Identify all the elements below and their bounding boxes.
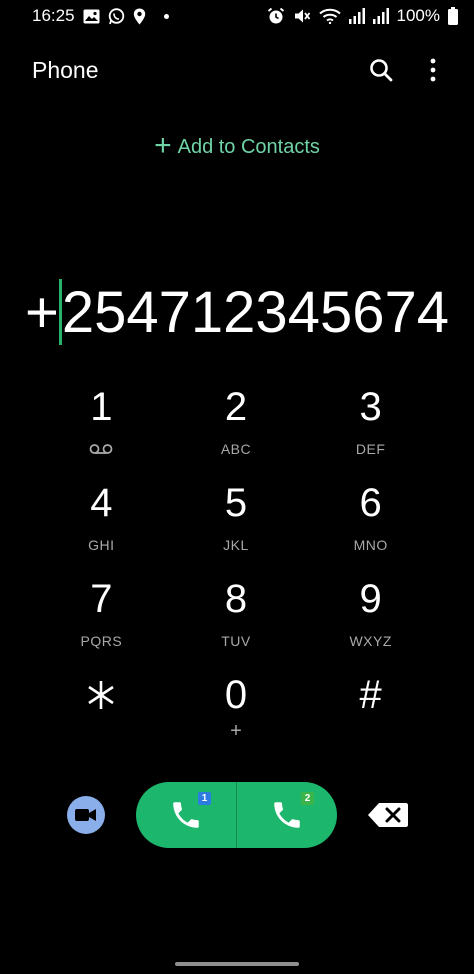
home-indicator[interactable] <box>175 962 299 966</box>
app-title: Phone <box>32 56 99 83</box>
key-hash[interactable]: # <box>303 672 438 768</box>
dot-icon <box>163 13 169 19</box>
video-call-icon <box>75 809 96 821</box>
dial-keypad: 1 2 ABC 3 DEF 4 GHI 5 JKL 6 MNO 7 PQRS 8… <box>34 384 438 768</box>
app-bar: Phone <box>32 48 448 92</box>
search-button[interactable] <box>366 55 396 85</box>
mute-icon <box>293 7 311 25</box>
battery-icon <box>448 7 458 25</box>
key-letters: WXYZ <box>349 633 392 649</box>
sim1-badge: 1 <box>198 792 211 805</box>
key-digit: 5 <box>224 481 248 525</box>
key-letters: TUV <box>221 633 251 649</box>
sim2-badge: 2 <box>301 792 314 805</box>
key-digit: 9 <box>359 577 382 621</box>
key-letters: PQRS <box>80 633 123 649</box>
key-digit: 7 <box>90 577 113 621</box>
wifi-icon <box>318 8 341 24</box>
more-options-button[interactable] <box>418 55 448 85</box>
key-letters: GHI <box>88 537 115 553</box>
key-digit: 6 <box>359 481 382 525</box>
key-letters: ABC <box>220 441 252 457</box>
number-digits: 254712345674 <box>61 279 449 345</box>
more-vert-icon <box>430 58 436 82</box>
key-5[interactable]: 5 JKL <box>169 480 304 576</box>
plus-icon: + <box>154 129 172 162</box>
key-digit: # <box>359 673 382 717</box>
gallery-icon <box>83 9 100 24</box>
key-star[interactable] <box>34 672 169 768</box>
status-left: 16:25 <box>32 6 169 26</box>
key-digit: 0 <box>224 673 248 717</box>
key-6[interactable]: 6 MNO <box>303 480 438 576</box>
key-7[interactable]: 7 PQRS <box>34 576 169 672</box>
bottom-actions: 1 2 <box>0 782 474 848</box>
key-digit: 8 <box>224 577 248 621</box>
key-3[interactable]: 3 DEF <box>303 384 438 480</box>
app-actions <box>366 55 448 85</box>
key-0[interactable]: 0 + <box>169 672 304 768</box>
key-digit: 2 <box>224 385 248 429</box>
key-4[interactable]: 4 GHI <box>34 480 169 576</box>
voicemail-icon <box>89 440 113 458</box>
signal-icon <box>348 8 365 24</box>
backspace-icon <box>368 803 408 827</box>
add-to-contacts-button[interactable]: + Add to Contacts <box>0 129 474 162</box>
phone-icon <box>274 802 300 828</box>
status-bar: 16:25 100% <box>0 0 474 32</box>
call-buttons: 1 2 <box>136 782 337 848</box>
key-digit: 1 <box>90 385 113 429</box>
alarm-icon <box>267 7 285 25</box>
signal-icon <box>372 8 389 24</box>
location-icon <box>133 8 146 25</box>
key-2[interactable]: 2 ABC <box>169 384 304 480</box>
key-digit: 4 <box>90 481 113 525</box>
backspace-button[interactable] <box>366 801 410 829</box>
key-1[interactable]: 1 <box>34 384 169 480</box>
add-to-contacts-label: Add to Contacts <box>177 136 320 158</box>
key-digit: 3 <box>359 385 382 429</box>
call-sim2-button[interactable]: 2 <box>237 782 337 848</box>
status-time: 16:25 <box>32 6 75 25</box>
battery-percent: 100% <box>396 6 440 25</box>
key-9[interactable]: 9 WXYZ <box>303 576 438 672</box>
star-icon <box>86 672 116 728</box>
search-icon <box>370 59 393 82</box>
key-letters: JKL <box>223 537 249 553</box>
number-prefix: + <box>25 279 59 345</box>
whatsapp-icon <box>108 7 125 25</box>
key-8[interactable]: 8 TUV <box>169 576 304 672</box>
call-sim1-button[interactable]: 1 <box>136 782 236 848</box>
number-display[interactable]: + 254712345674 <box>0 276 474 348</box>
key-letters: + <box>230 720 242 742</box>
key-letters: MNO <box>353 537 388 553</box>
status-right: 100% <box>267 6 458 26</box>
key-letters: DEF <box>355 441 386 457</box>
video-call-button[interactable] <box>67 796 105 834</box>
